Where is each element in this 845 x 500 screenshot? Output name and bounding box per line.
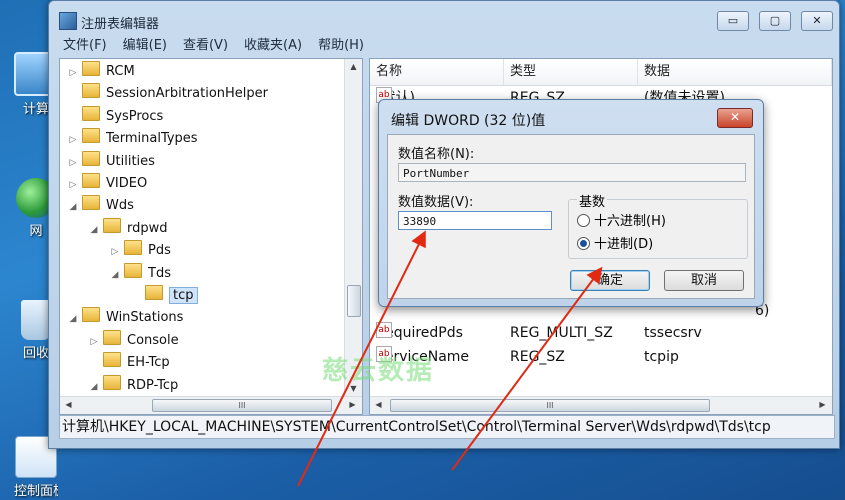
- annotation-arrows: [297, 230, 603, 487]
- annotation-arrow-1: [297, 230, 426, 487]
- annotation-arrow-2: [451, 266, 603, 471]
